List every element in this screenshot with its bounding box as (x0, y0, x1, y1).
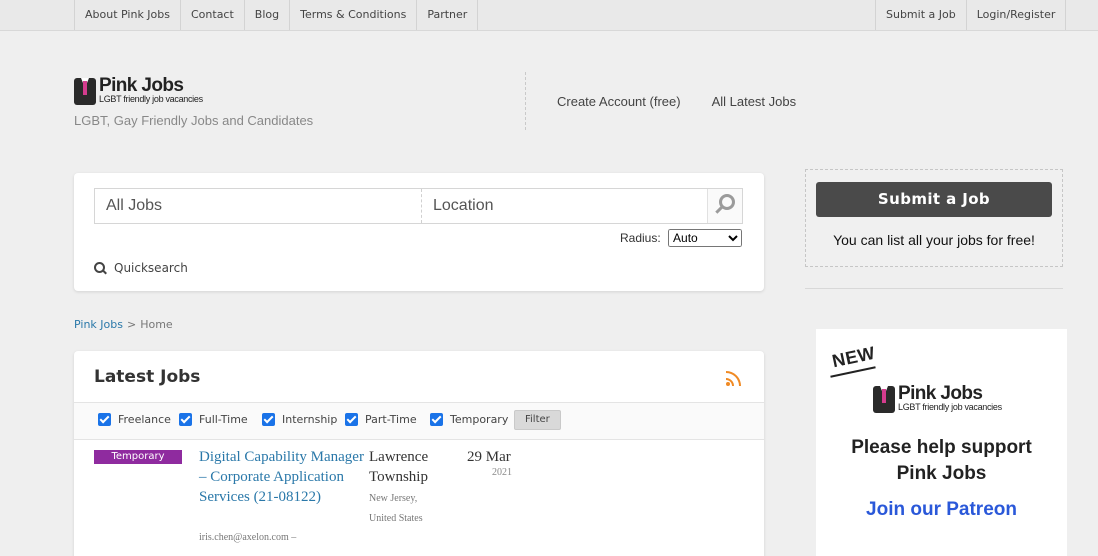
search-panel: Radius: Auto Quicksearch (74, 173, 764, 291)
search-box (94, 188, 743, 224)
job-region: New Jersey, United States (369, 489, 423, 529)
radius-control: Radius: Auto (620, 229, 743, 247)
checkbox-checked-icon[interactable] (430, 413, 443, 426)
top-nav-right: Submit a Job Login/Register (875, 0, 1067, 30)
suit-logo-icon (873, 386, 895, 413)
banner-logo-title: Pink Jobs (898, 383, 983, 404)
nav-about-link[interactable]: About Pink Jobs (74, 0, 180, 30)
nav-contact-link[interactable]: Contact (180, 0, 244, 30)
location-input[interactable] (421, 189, 707, 223)
filter-freelance[interactable]: Freelance (98, 413, 171, 426)
jobs-search-input[interactable] (95, 189, 420, 223)
header-links: Create Account (free) All Latest Jobs (557, 94, 827, 109)
breadcrumb-current: Home (140, 318, 173, 331)
job-year: 2021 (492, 467, 512, 478)
checkbox-checked-icon[interactable] (98, 413, 111, 426)
checkbox-checked-icon[interactable] (262, 413, 275, 426)
all-latest-jobs-link[interactable]: All Latest Jobs (712, 94, 797, 109)
filter-label: Full-Time (199, 413, 248, 426)
header-divider (525, 72, 526, 130)
banner-logo: Pink Jobs LGBT friendly job vacancies (873, 384, 1023, 414)
job-state: New Jersey, (369, 493, 418, 504)
job-country: United States (369, 513, 423, 524)
logo-title: Pink Jobs (99, 75, 184, 96)
site-tagline: LGBT, Gay Friendly Jobs and Candidates (74, 113, 314, 128)
support-line-1: Please help support (851, 437, 1032, 458)
filter-label: Freelance (118, 413, 171, 426)
search-icon (719, 194, 735, 210)
nav-partner-link[interactable]: Partner (416, 0, 479, 30)
job-location: Lawrence Township (369, 449, 429, 485)
top-bar: About Pink Jobs Contact Blog Terms & Con… (0, 0, 1098, 31)
search-button[interactable] (707, 189, 742, 223)
search-icon (94, 262, 106, 274)
filter-label: Internship (282, 413, 338, 426)
banner-logo-subtitle: LGBT friendly job vacancies (898, 402, 1002, 412)
filter-temporary[interactable]: Temporary (430, 413, 508, 426)
filter-label: Part-Time (365, 413, 417, 426)
filter-part-time[interactable]: Part-Time (345, 413, 417, 426)
job-type-filters: Freelance Full-Time Internship Part-Time… (74, 402, 764, 440)
breadcrumb-root-link[interactable]: Pink Jobs (74, 318, 123, 331)
suit-logo-icon (74, 78, 96, 105)
quicksearch-label: Quicksearch (114, 261, 188, 275)
quicksearch-link[interactable]: Quicksearch (94, 261, 188, 275)
checkbox-checked-icon[interactable] (179, 413, 192, 426)
nav-blog-link[interactable]: Blog (243, 0, 289, 30)
support-line-2: Pink Jobs (896, 463, 987, 484)
breadcrumb-separator: > (126, 318, 137, 331)
job-title-link[interactable]: Digital Capability Manager – Corporate A… (199, 447, 364, 507)
sidebar-divider (805, 288, 1063, 289)
filter-label: Temporary (450, 413, 509, 426)
radius-label: Radius: (620, 231, 661, 245)
support-heading: Please help support Pink Jobs (816, 435, 1067, 487)
job-type-badge: Temporary (94, 450, 182, 464)
nav-login-register-link[interactable]: Login/Register (965, 0, 1067, 30)
patreon-banner[interactable]: NEW Pink Jobs LGBT friendly job vacancie… (816, 329, 1067, 556)
radius-select[interactable]: Auto (668, 229, 743, 247)
checkbox-checked-icon[interactable] (345, 413, 358, 426)
filter-internship[interactable]: Internship (262, 413, 337, 426)
join-patreon-link[interactable]: Join our Patreon (816, 499, 1067, 521)
latest-jobs-panel: Latest Jobs Freelance Full-Time Internsh… (74, 351, 764, 556)
logo-subtitle: LGBT friendly job vacancies (99, 94, 203, 104)
job-company-email: iris.chen@axelon.com – (199, 532, 297, 543)
breadcrumb: Pink Jobs > Home (74, 318, 173, 331)
filter-button[interactable]: Filter (514, 410, 561, 430)
submit-job-note: You can list all your jobs for free! (833, 232, 1035, 248)
filter-full-time[interactable]: Full-Time (179, 413, 248, 426)
submit-job-button[interactable]: Submit a Job (816, 182, 1052, 217)
site-logo[interactable]: Pink Jobs LGBT friendly job vacancies (74, 76, 214, 106)
job-date: 29 Mar (467, 449, 511, 465)
nav-submit-job-link[interactable]: Submit a Job (875, 0, 966, 30)
create-account-link[interactable]: Create Account (free) (557, 94, 681, 109)
top-nav-left: About Pink Jobs Contact Blog Terms & Con… (74, 0, 479, 30)
rss-icon[interactable] (726, 371, 741, 386)
latest-jobs-title: Latest Jobs (94, 367, 201, 387)
nav-terms-link[interactable]: Terms & Conditions (289, 0, 416, 30)
submit-job-box: Submit a Job You can list all your jobs … (805, 169, 1063, 267)
